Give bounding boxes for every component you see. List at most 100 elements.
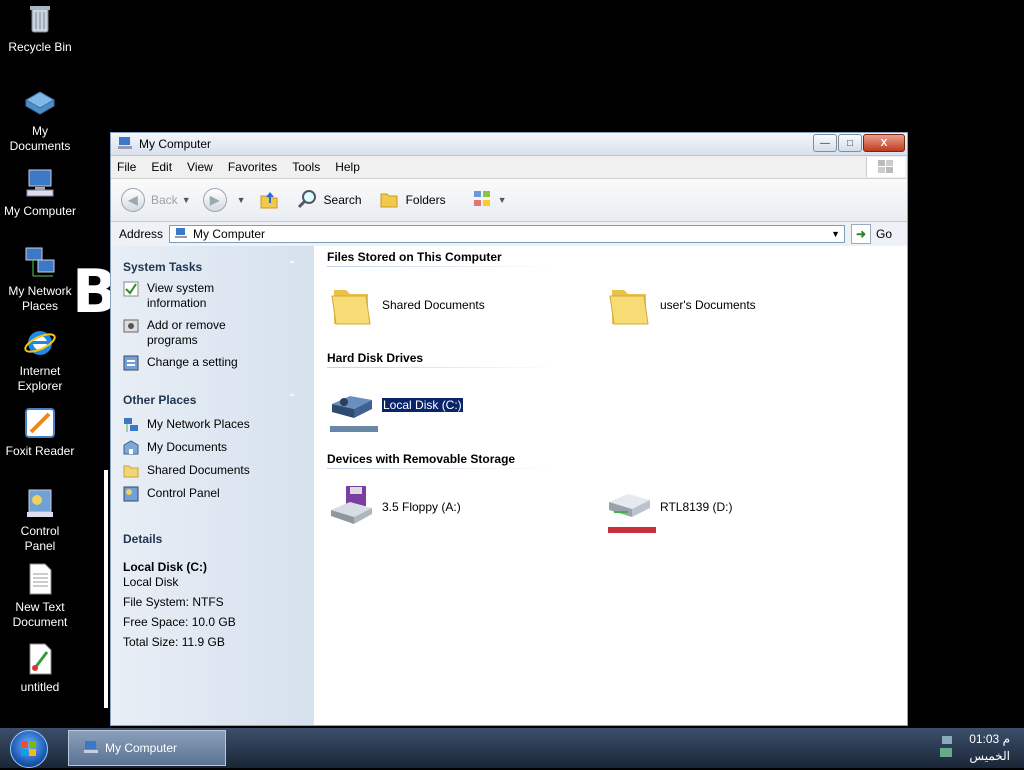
task-view-system-information[interactable]: View system information (123, 281, 314, 311)
place-shared-documents[interactable]: Shared Documents (123, 463, 314, 479)
desktop-label: Control (20, 524, 60, 538)
drive-usage-bar (608, 527, 656, 533)
go-arrow-icon: ➜ (851, 224, 872, 244)
place-control-panel[interactable]: Control Panel (123, 486, 314, 502)
other-places-title: Other Places (123, 393, 197, 407)
my-computer-window: My Computer — □ X File Edit View Favorit… (110, 132, 908, 726)
forward-dropdown-icon[interactable]: ▼ (237, 195, 246, 205)
item-local-disk-c[interactable]: Local Disk (C:) (328, 382, 463, 428)
collapse-icon[interactable]: ⌃ (288, 260, 296, 274)
task-label: Add or remove programs (147, 318, 226, 347)
desktop-icon-control-panel[interactable]: Control Panel (0, 486, 80, 554)
place-label: My Network Places (147, 417, 250, 431)
place-label: Control Panel (147, 486, 220, 500)
desktop-label: untitled (20, 680, 60, 694)
other-places-header[interactable]: Other Places ⌃ (123, 393, 314, 407)
desktop-label: Explorer (17, 379, 63, 393)
taskbar-computer-icon (83, 740, 99, 757)
desktop-icon-internet-explorer[interactable]: Internet Explorer (0, 326, 80, 394)
search-label: Search (323, 193, 362, 207)
desktop-icon-my-computer[interactable]: My Computer (0, 166, 80, 219)
address-dropdown-icon[interactable]: ▼ (831, 229, 840, 239)
task-add-remove-programs[interactable]: Add or remove programs (123, 318, 314, 348)
window-computer-icon (117, 136, 133, 153)
item-rtl8139-d[interactable]: RTL8139 (D:) (606, 484, 732, 530)
menu-help[interactable]: Help (335, 160, 360, 174)
disk-usage-bar (330, 426, 378, 432)
maximize-button[interactable]: □ (838, 134, 862, 152)
forward-button[interactable]: ▶ ▼ (202, 188, 250, 212)
group-files-stored: Files Stored on This Computer (327, 250, 502, 264)
go-label: Go (876, 227, 893, 241)
folders-button[interactable]: Folders (378, 188, 446, 213)
clock-time: 01:03 م (969, 732, 1010, 746)
details-free-space: Free Space: 10.0 GB (123, 615, 236, 629)
back-button[interactable]: ◀ Back ▼ (121, 188, 195, 212)
place-my-documents[interactable]: My Documents (123, 440, 314, 456)
details-header[interactable]: Details (123, 532, 314, 546)
toolbar: ◀ Back ▼ ▶ ▼ Search Folders ▼ (111, 179, 907, 222)
internet-explorer-icon (23, 326, 57, 360)
file-list-pane: Files Stored on This Computer Shared Doc… (314, 246, 907, 725)
desktop-icon-untitled[interactable]: untitled (0, 642, 80, 695)
item-label: 3.5 Floppy (A:) (382, 500, 461, 514)
views-dropdown-icon[interactable]: ▼ (498, 195, 507, 205)
text-document-icon (23, 562, 57, 596)
collapse-icon[interactable]: ⌃ (288, 393, 296, 407)
menu-edit[interactable]: Edit (151, 160, 172, 174)
windows-orb-icon (21, 741, 36, 756)
tray-network-icon[interactable] (938, 734, 956, 765)
network-icon (23, 246, 57, 280)
menu-bar: File Edit View Favorites Tools Help (111, 156, 907, 179)
views-button[interactable]: ▼ (472, 188, 511, 213)
start-button[interactable] (10, 730, 48, 768)
details-title: Details (123, 532, 163, 546)
menu-file[interactable]: File (117, 160, 136, 174)
go-button[interactable]: ➜ Go (851, 224, 892, 244)
menu-view[interactable]: View (187, 160, 213, 174)
desktop-label: Documents (9, 139, 71, 153)
programs-icon (123, 318, 139, 334)
desktop-icon-my-network-places[interactable]: My Network Places (0, 246, 80, 314)
search-button[interactable]: Search (296, 188, 362, 213)
up-folder-button[interactable] (258, 188, 280, 213)
group-divider (327, 266, 557, 267)
window-title: My Computer (139, 137, 212, 151)
group-removable-storage: Devices with Removable Storage (327, 452, 516, 466)
back-label: Back (151, 193, 178, 207)
desktop-icon-new-text-document[interactable]: New Text Document (0, 562, 80, 630)
system-tray-clock[interactable]: 01:03 م الخميس (969, 731, 1010, 765)
place-my-network-places[interactable]: My Network Places (123, 417, 314, 433)
menu-tools[interactable]: Tools (292, 160, 320, 174)
system-tasks-title: System Tasks (123, 260, 203, 274)
address-input[interactable]: My Computer ▼ (169, 225, 846, 243)
system-tasks-section: System Tasks ⌃ View system information Ad… (123, 260, 314, 371)
item-shared-documents[interactable]: Shared Documents (328, 282, 485, 328)
desktop-icon-foxit-reader[interactable]: Foxit Reader (0, 406, 80, 459)
desktop-label: Places (21, 299, 59, 313)
title-bar[interactable]: My Computer — □ X (111, 133, 907, 156)
minimize-button[interactable]: — (813, 134, 837, 152)
taskbar-item-my-computer[interactable]: My Computer (68, 730, 226, 766)
item-users-documents[interactable]: user's Documents (606, 282, 756, 328)
desktop-label: Internet (19, 364, 61, 378)
address-label: Address (119, 227, 164, 241)
item-floppy-a[interactable]: 3.5 Floppy (A:) (328, 484, 461, 530)
paint-file-icon (23, 642, 57, 676)
close-button[interactable]: X (863, 134, 905, 152)
documents-folder-icon (23, 86, 57, 120)
desktop-icon-my-documents[interactable]: My Documents (0, 86, 80, 154)
hard-disk-icon (328, 382, 374, 428)
checklist-icon (123, 281, 139, 297)
taskbar: My Computer 01:03 م الخميس (0, 728, 1024, 768)
forward-arrow-icon: ▶ (202, 188, 227, 212)
floppy-drive-icon (328, 484, 374, 530)
system-tasks-header[interactable]: System Tasks ⌃ (123, 260, 314, 274)
content-area: System Tasks ⌃ View system information Ad… (111, 246, 907, 725)
task-change-setting[interactable]: Change a setting (123, 355, 314, 371)
folder-icon (328, 282, 374, 328)
desktop-icon-recycle-bin[interactable]: Recycle Bin (0, 2, 80, 55)
back-dropdown-icon[interactable]: ▼ (182, 195, 191, 205)
menu-favorites[interactable]: Favorites (228, 160, 277, 174)
desktop-label: Recycle Bin (8, 40, 72, 54)
